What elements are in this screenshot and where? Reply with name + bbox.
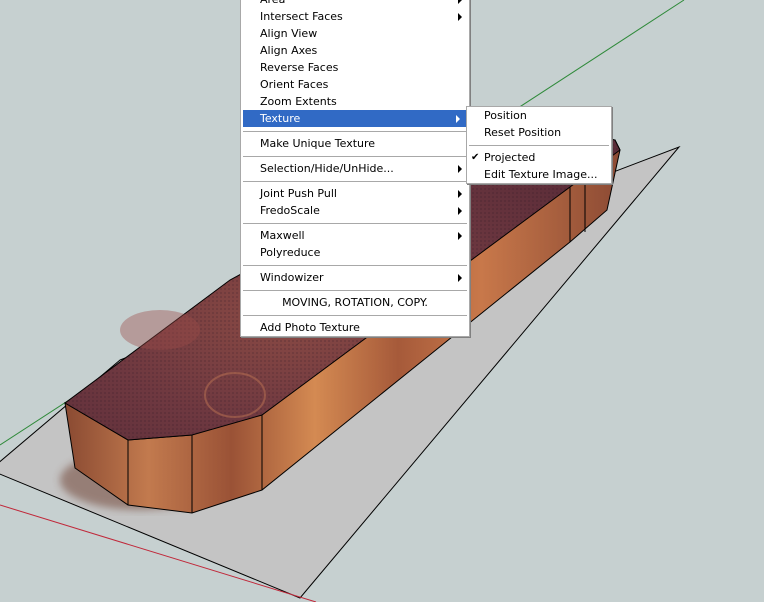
menu-item-maxwell[interactable]: Maxwell <box>241 227 469 244</box>
menu-item-label: Area <box>260 0 285 6</box>
menu-item-fredoscale[interactable]: FredoScale <box>241 202 469 219</box>
menu-item-joint-push-pull[interactable]: Joint Push Pull <box>241 185 469 202</box>
menu-item-reset-position[interactable]: Reset Position <box>467 124 611 141</box>
menu-item-label: Windowizer <box>260 271 324 284</box>
menu-item-texture[interactable]: Texture <box>243 110 467 127</box>
menu-item-reverse-faces[interactable]: Reverse Faces <box>241 59 469 76</box>
submenu-arrow-icon <box>458 207 462 215</box>
texture-blotch <box>120 310 200 350</box>
menu-item-polyreduce[interactable]: Polyreduce <box>241 244 469 261</box>
menu-item-label: Position <box>484 109 527 122</box>
menu-item-label: Maxwell <box>260 229 305 242</box>
menu-item-label: Edit Texture Image... <box>484 168 598 181</box>
menu-item-label: Texture <box>260 112 301 125</box>
submenu-arrow-icon <box>458 13 462 21</box>
menu-item-align-axes[interactable]: Align Axes <box>241 42 469 59</box>
menu-separator <box>243 265 467 266</box>
menu-item-position[interactable]: Position <box>467 107 611 124</box>
menu-item-label: Add Photo Texture <box>260 321 360 334</box>
menu-item-label: Zoom Extents <box>260 95 337 108</box>
menu-item-label: FredoScale <box>260 204 320 217</box>
menu-item-intersect-faces[interactable]: Intersect Faces <box>241 8 469 25</box>
submenu-arrow-icon <box>458 190 462 198</box>
submenu-arrow-icon <box>458 165 462 173</box>
menu-item-label: Projected <box>484 151 536 164</box>
menu-item-selection-hide-unhide[interactable]: Selection/Hide/UnHide... <box>241 160 469 177</box>
submenu-arrow-icon <box>456 115 460 123</box>
menu-item-label: Intersect Faces <box>260 10 343 23</box>
menu-item-zoom-extents[interactable]: Zoom Extents <box>241 93 469 110</box>
menu-item-label: Polyreduce <box>260 246 321 259</box>
menu-item-make-unique-texture[interactable]: Make Unique Texture <box>241 135 469 152</box>
submenu-arrow-icon <box>458 274 462 282</box>
menu-item-label: Make Unique Texture <box>260 137 376 150</box>
menu-separator <box>243 156 467 157</box>
menu-item-add-photo-texture[interactable]: Add Photo Texture <box>241 319 469 336</box>
menu-item-windowizer[interactable]: Windowizer <box>241 269 469 286</box>
menu-separator <box>243 131 467 132</box>
menu-item-label: Joint Push Pull <box>260 187 337 200</box>
context-menu: Area Intersect Faces Align View Align Axes R… <box>240 0 470 337</box>
submenu-arrow-icon <box>458 0 462 4</box>
menu-item-align-view[interactable]: Align View <box>241 25 469 42</box>
menu-item-label: Selection/Hide/UnHide... <box>260 162 394 175</box>
texture-submenu: Position Reset Position ✔ Projected Edit Tex… <box>466 106 612 184</box>
menu-separator <box>469 145 609 146</box>
submenu-arrow-icon <box>458 232 462 240</box>
menu-item-label: Align Axes <box>260 44 318 57</box>
menu-separator <box>243 315 467 316</box>
menu-item-label: MOVING, ROTATION, COPY. <box>282 296 428 309</box>
menu-separator <box>243 223 467 224</box>
menu-item-orient-faces[interactable]: Orient Faces <box>241 76 469 93</box>
menu-item-label: Align View <box>260 27 318 40</box>
menu-item-label: Orient Faces <box>260 78 329 91</box>
menu-separator <box>243 290 467 291</box>
menu-item-area[interactable]: Area <box>241 0 469 8</box>
menu-item-label: Reverse Faces <box>260 61 339 74</box>
check-icon: ✔ <box>471 152 480 163</box>
menu-item-label: Reset Position <box>484 126 562 139</box>
menu-item-moving-rotation-copy[interactable]: MOVING, ROTATION, COPY. <box>241 294 469 311</box>
menu-item-edit-texture-image[interactable]: Edit Texture Image... <box>467 166 611 183</box>
menu-item-projected[interactable]: ✔ Projected <box>467 149 611 166</box>
menu-separator <box>243 181 467 182</box>
